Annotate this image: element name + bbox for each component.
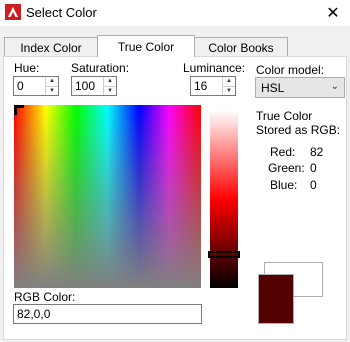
tab-color-books[interactable]: Color Books <box>194 37 288 57</box>
close-button[interactable]: ✕ <box>316 0 350 26</box>
blue-value: 0 <box>310 178 317 192</box>
window-title: Select Color <box>26 5 97 20</box>
red-value: 82 <box>310 145 324 159</box>
hue-stepper[interactable]: 0 ▲ ▼ <box>13 76 59 96</box>
red-label: Red: <box>270 145 296 159</box>
luminance-value[interactable]: 16 <box>191 77 222 95</box>
spin-up-icon[interactable]: ▲ <box>104 77 116 87</box>
color-spectrum[interactable] <box>14 105 201 288</box>
crosshair-icon[interactable] <box>14 105 24 115</box>
rgb-color-label: RGB Color: <box>14 290 76 304</box>
spin-down-icon[interactable]: ▼ <box>223 87 235 96</box>
tab-label: True Color <box>117 39 175 54</box>
color-model-value: HSL <box>261 80 285 95</box>
luminance-slider-handle[interactable] <box>208 251 240 258</box>
spin-up-icon[interactable]: ▲ <box>223 77 235 87</box>
green-label: Green: <box>268 161 305 175</box>
green-value: 0 <box>310 161 317 175</box>
title-bar: Select Color ✕ <box>0 0 350 26</box>
saturation-value[interactable]: 100 <box>72 77 103 95</box>
tab-label: Index Color <box>20 40 82 55</box>
spin-down-icon[interactable]: ▼ <box>46 87 58 96</box>
autocad-logo-icon <box>5 4 21 20</box>
tab-index-color[interactable]: Index Color <box>4 37 98 57</box>
close-icon: ✕ <box>326 5 340 22</box>
saturation-label: Saturation: <box>71 61 130 75</box>
tab-label: Color Books <box>208 40 274 55</box>
luminance-label: Luminance: <box>183 61 246 75</box>
color-model-select[interactable]: HSL ⌄ <box>255 77 345 98</box>
rgb-color-field[interactable]: 82,0,0 <box>13 304 202 324</box>
hue-label: Hue: <box>14 61 40 75</box>
luminance-stepper[interactable]: 16 ▲ ▼ <box>190 76 236 96</box>
stored-rgb-heading: True Color Stored as RGB: <box>256 109 341 137</box>
spin-down-icon[interactable]: ▼ <box>104 87 116 96</box>
luminance-bar[interactable] <box>210 110 238 288</box>
chevron-down-icon: ⌄ <box>330 81 339 92</box>
current-color-swatch <box>258 274 294 324</box>
hue-value[interactable]: 0 <box>14 77 45 95</box>
tab-true-color[interactable]: True Color <box>97 35 195 57</box>
blue-label: Blue: <box>270 178 298 192</box>
color-model-label: Color model: <box>256 63 325 77</box>
saturation-stepper[interactable]: 100 ▲ ▼ <box>71 76 117 96</box>
spin-up-icon[interactable]: ▲ <box>46 77 58 87</box>
